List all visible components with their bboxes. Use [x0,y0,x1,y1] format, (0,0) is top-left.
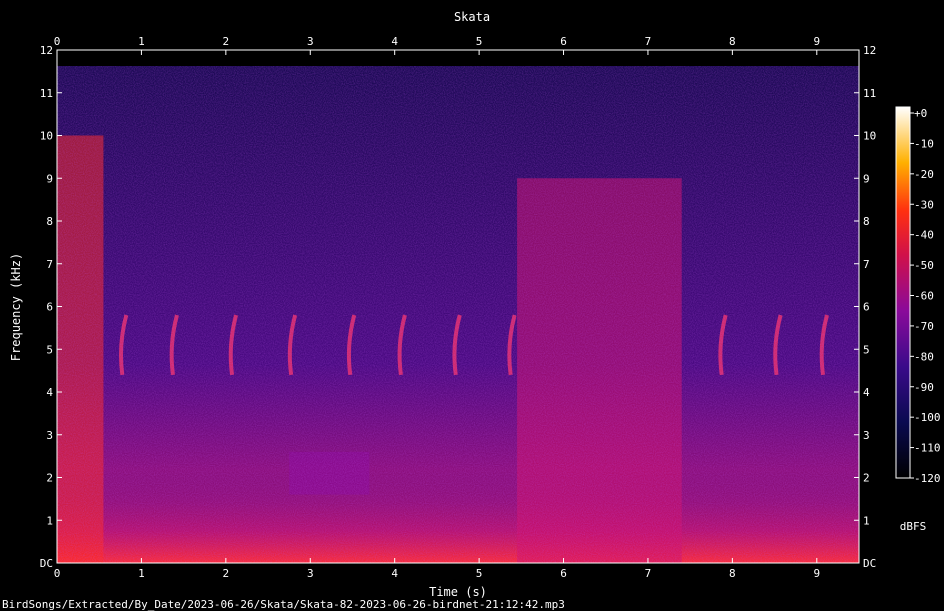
x-tick-label: 3 [307,567,314,580]
y-tick-label: 2 [863,472,870,485]
y-tick-label: 11 [863,87,876,100]
x-tick-label: 7 [645,567,652,580]
x-tick-label: 0 [54,567,61,580]
colorbar-tick-label: -100 [914,411,941,424]
x-tick-label: 2 [223,35,230,48]
colorbar-tick-label: -20 [914,168,934,181]
colorbar-tick-label: +0 [914,107,927,120]
x-tick-label: 3 [307,35,314,48]
y-tick-label: 4 [46,386,53,399]
y-tick-label: 9 [46,172,53,185]
y-tick-label: 2 [46,472,53,485]
colorbar: +0 -10 -20 -30 -40 -50 -60 -70 -80 -90 -100 -110 -12… [895,106,941,533]
y-tick-label: 4 [863,386,870,399]
x-tick-label: 5 [476,35,483,48]
y-tick-label: DC [40,557,53,570]
colorbar-tick-label: -110 [914,442,941,455]
y-tick-label: 3 [863,429,870,442]
y-tick-label: 10 [863,130,876,143]
colorbar-tick-label: -60 [914,290,934,303]
colorbar-tick-label: -50 [914,259,934,272]
x-tick-label: 1 [138,567,145,580]
spectral-noise [57,66,859,563]
spectrogram-chart: Skata 00112233445566778899 DC DC1 12 23 34 45… [2,10,941,611]
colorbar-tick-label: -120 [914,472,941,485]
x-tick-label: 2 [223,567,230,580]
x-tick-label: 8 [729,35,736,48]
x-tick-label: 0 [54,35,61,48]
colorbar-tick-label: -80 [914,350,934,363]
y-tick-label: 5 [46,343,53,356]
colorbar-ticks: +0 -10 -20 -30 -40 -50 -60 -70 -80 -90 -100 -110 -12… [910,107,941,485]
y-tick-label: 6 [46,301,53,314]
x-tick-label: 4 [391,35,398,48]
chart-title: Skata [454,10,490,24]
y-tick-label: 9 [863,172,870,185]
colorbar-tick-label: -90 [914,381,934,394]
y-tick-label: 8 [863,215,870,228]
x-axis-label: Time (s) [429,585,487,599]
x-tick-label: 1 [138,35,145,48]
y-axis-label: Frequency (kHz) [9,253,23,361]
x-tick-label: 7 [645,35,652,48]
x-tick-label: 9 [813,35,820,48]
x-tick-label: 6 [560,567,567,580]
x-tick-label: 4 [391,567,398,580]
y-tick-label: 3 [46,429,53,442]
y-tick-label: 7 [863,258,870,271]
colorbar-label: dBFS [900,520,927,533]
y-tick-label: 10 [40,130,53,143]
y-tick-label: 12 [40,44,53,57]
x-tick-label: 8 [729,567,736,580]
footer-filename: BirdSongs/Extracted/By_Date/2023-06-26/S… [2,598,565,611]
x-tick-label: 9 [813,567,820,580]
x-tick-label: 5 [476,567,483,580]
y-tick-label: 12 [863,44,876,57]
colorbar-tick-label: -30 [914,198,934,211]
colorbar-tick-label: -10 [914,137,934,150]
colorbar-gradient [896,107,910,478]
y-tick-label: 11 [40,87,53,100]
y-tick-label: 8 [46,215,53,228]
plot-area [56,49,860,564]
y-tick-label: 7 [46,258,53,271]
y-tick-label: 1 [863,514,870,527]
x-tick-label: 6 [560,35,567,48]
y-tick-label: 6 [863,301,870,314]
colorbar-tick-label: -40 [914,229,934,242]
y-tick-label: 5 [863,343,870,356]
y-tick-label: 1 [46,514,53,527]
colorbar-tick-label: -70 [914,320,934,333]
y-tick-label: DC [863,557,876,570]
